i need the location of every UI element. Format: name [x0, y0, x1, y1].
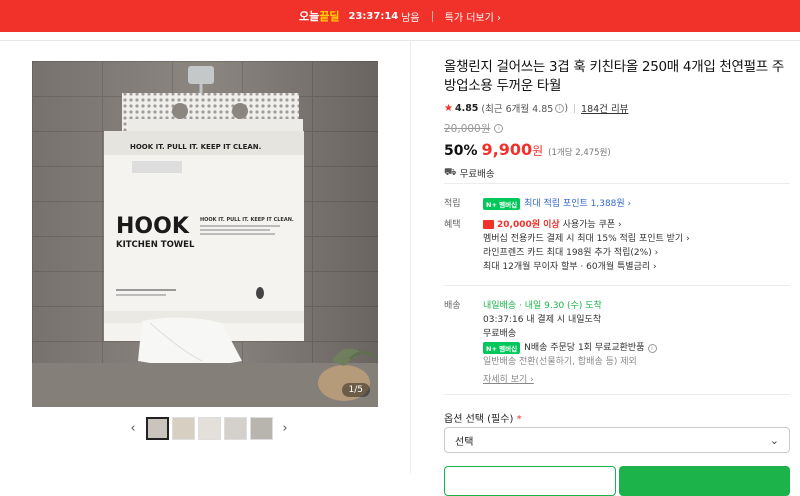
reviews-link[interactable]: 184건 리뷰: [581, 101, 628, 115]
discount-rate: 50%: [444, 143, 478, 159]
points-row[interactable]: N+ 멤버십 최대 적립 포인트 1,388원 ›: [483, 196, 631, 210]
delivery-label: 배송: [444, 301, 461, 311]
chevron-down-icon: ⌄: [769, 433, 779, 447]
svg-text:HOOK: HOOK: [116, 214, 190, 239]
membership-card-row[interactable]: 멤버십 전용카드 결제 시 최대 15% 적립 포인트 받기 ›: [483, 231, 690, 244]
option-label: 옵션 선택 (필수) *: [444, 414, 522, 425]
thumbnail-2[interactable]: [171, 417, 195, 440]
linefriends-card-row[interactable]: 라인프렌즈 카드 최대 198원 추가 적립(2%) ›: [483, 245, 658, 258]
cart-button[interactable]: [444, 466, 616, 496]
original-price-row: 20,000원 i: [444, 121, 792, 136]
buy-button[interactable]: [619, 466, 790, 496]
benefit-label: 혜택: [444, 220, 461, 230]
thumbnail-3[interactable]: [197, 417, 221, 440]
section-divider-3: [444, 394, 790, 395]
npay-badge-icon: N+ 멤버십: [483, 197, 521, 210]
thumbnail-strip: ‹ ›: [122, 417, 296, 440]
star-icon: ★: [444, 102, 453, 114]
countdown-suffix: 남음: [401, 12, 420, 24]
coupon-icon: [483, 220, 494, 229]
svg-text:HOOK IT. PULL IT. KEEP IT CLEA: HOOK IT. PULL IT. KEEP IT CLEAN.: [130, 143, 261, 151]
top-deal-banner[interactable]: 오늘끝딜 23:37:14 남음 특가 더보기 ›: [0, 0, 800, 32]
thumb-next-arrow-icon[interactable]: ›: [274, 421, 296, 436]
installment-row[interactable]: 최대 12개월 무이자 할부 · 60개월 특별금리 ›: [483, 259, 657, 272]
sale-price: 9,900: [481, 140, 533, 159]
countdown-time: 23:37:14: [348, 10, 399, 22]
points-text: 최대 적립 포인트 1,388원 ›: [524, 199, 632, 209]
sale-price-row: 50% 9,900 원 (1개당 2,475원): [444, 140, 792, 159]
tomorrow-delivery-badge: 내일배송: [483, 301, 517, 311]
product-title: 올챙린지 걸어쓰는 3겹 훅 키친타올 250매 4개입 천연펄프 주방업소용 …: [444, 59, 785, 94]
kitchen-towel-product-photo: HOOK IT. PULL IT. KEEP IT CLEAN. HOOK KI…: [32, 61, 378, 407]
coupon-text: 사용가능 쿠폰 ›: [562, 220, 622, 230]
image-counter: 1/5: [341, 383, 370, 397]
return-info-icon[interactable]: i: [647, 344, 657, 353]
more-deals-link[interactable]: 특가 더보기 ›: [445, 9, 501, 24]
svg-text:HOOK IT. PULL IT. KEEP IT CLEA: HOOK IT. PULL IT. KEEP IT CLEAN.: [200, 217, 294, 223]
price-info-icon[interactable]: i: [494, 124, 504, 133]
coupon-amount: 20,000원 이상: [497, 220, 560, 230]
thumbnail-4[interactable]: [223, 417, 247, 440]
n-return-row: N+ 멤버십 N배송 주문당 1회 무료교환반품 i: [483, 340, 657, 354]
product-main-image[interactable]: HOOK IT. PULL IT. KEEP IT CLEAN. HOOK KI…: [32, 61, 378, 407]
truck-icon: ⛟: [444, 166, 457, 178]
coupon-row[interactable]: 20,000원 이상 사용가능 쿠폰 ›: [483, 217, 622, 230]
option-select[interactable]: 선택 ⌄: [444, 427, 790, 453]
points-label: 적립: [444, 199, 461, 209]
product-info: 올챙린지 걸어쓰는 3겹 훅 키친타올 250매 4개입 천연펄프 주방업소용 …: [444, 58, 792, 180]
column-divider: [410, 40, 411, 473]
svg-text:KITCHEN TOWEL: KITCHEN TOWEL: [116, 240, 195, 250]
rating-score: 4.85: [454, 102, 479, 114]
rating-divider: [574, 103, 576, 113]
today-deal-logo: 오늘끝딜: [298, 10, 340, 23]
tomorrow-delivery-row: 내일배송 · 내일 9.30 (수) 도착: [483, 298, 602, 311]
banner-divider: [431, 10, 433, 22]
header-divider: [0, 40, 800, 41]
section-divider-2: [444, 285, 790, 286]
free-shipping-row: 무료배송: [483, 329, 517, 339]
delivery-detail-link[interactable]: 자세히 보기 ›: [483, 372, 534, 385]
rating-detail: (최근 6개월 4.85: [481, 104, 554, 115]
unit-price: (1개당 2,475원): [548, 148, 611, 158]
shipping-row: ⛟ 무료배송: [444, 166, 792, 181]
shipping-text: 무료배송: [459, 169, 495, 180]
option-select-value: 선택: [455, 436, 474, 448]
info-icon[interactable]: i: [555, 103, 565, 113]
section-divider: [444, 183, 790, 184]
rating-row: ★ 4.85 (최근 6개월 4.85 i ) 184건 리뷰: [444, 101, 792, 116]
arrival-date: · 내일 9.30 (수) 도착: [519, 301, 602, 311]
thumb-prev-arrow-icon[interactable]: ‹: [122, 421, 144, 436]
thumbnail-1[interactable]: [145, 417, 169, 440]
npay-badge-icon-2: N+ 멤버십: [483, 341, 521, 354]
required-mark: *: [516, 414, 522, 425]
thumbnail-5[interactable]: [249, 417, 273, 440]
cutoff-row: 03:37:16 내 결제 시 내일도착: [483, 315, 602, 325]
original-price: 20,000원: [444, 123, 491, 135]
n-return-text: N배송 주문당 1회 무료교환반품: [524, 343, 645, 353]
exclude-row: 일반배송 전환(선물하기, 합배송 등) 제외: [483, 357, 637, 367]
rating-close: ): [564, 102, 569, 114]
currency-unit: 원: [532, 144, 544, 158]
